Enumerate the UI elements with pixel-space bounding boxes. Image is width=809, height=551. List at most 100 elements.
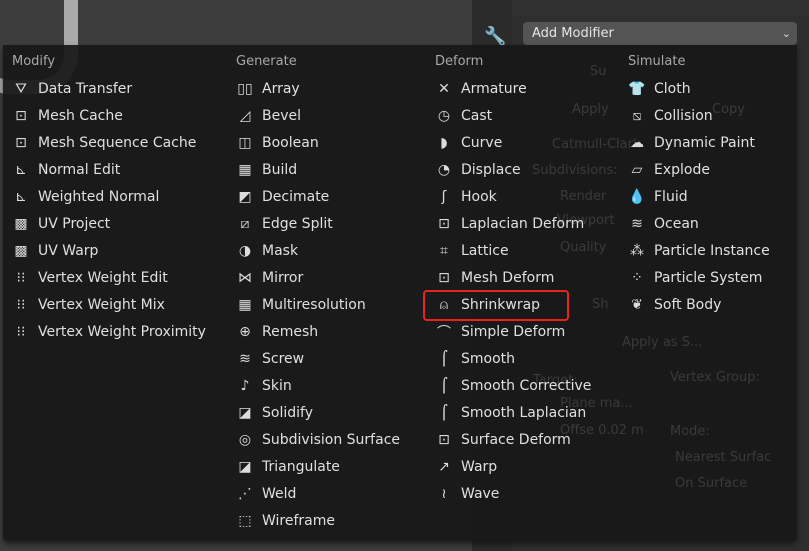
menu-item-displace[interactable]: ◔ Displace (434, 159, 521, 181)
menu-item-smooth[interactable]: ⌠ Smooth (434, 348, 515, 370)
hook-icon: ʃ (441, 189, 447, 205)
menu-item-label: Build (262, 162, 298, 178)
menu-item-subdivision-surface[interactable]: ◎ Subdivision Surface (235, 429, 400, 451)
menu-item-label: Cloth (654, 81, 691, 97)
menu-item-label: Wireframe (262, 513, 336, 529)
menu-item-label: Curve (461, 135, 503, 151)
menu-item-uv-warp[interactable]: ▩ UV Warp (11, 240, 98, 262)
menu-item-data-transfer[interactable]: ⛛ Data Transfer (11, 78, 132, 100)
menu-item-mesh-deform[interactable]: ⊡ Mesh Deform (434, 267, 554, 289)
menu-item-build[interactable]: ▦ Build (235, 159, 297, 181)
menu-item-mesh-sequence-cache[interactable]: ⊡ Mesh Sequence Cache (11, 132, 196, 154)
menu-item-ocean[interactable]: ≋ Ocean (627, 213, 699, 235)
add-modifier-menu: Su Apply Copy Catmull-Clark Subdivisions: Ren… (3, 45, 797, 541)
menu-item-vertex-weight-mix[interactable]: ⁝⁝ Vertex Weight Mix (11, 294, 165, 316)
collision-icon: ⧅ (632, 108, 642, 124)
background-panel-text: Quality (560, 240, 607, 255)
menu-item-label: Wave (461, 486, 500, 502)
menu-item-weighted-normal[interactable]: ⊾ Weighted Normal (11, 186, 159, 208)
menu-item-label: UV Project (38, 216, 111, 232)
uv-warp-icon: ▩ (14, 243, 28, 259)
menu-item-simple-deform[interactable]: ⌒ Simple Deform (434, 321, 565, 343)
menu-item-triangulate[interactable]: ◪ Triangulate (235, 456, 340, 478)
menu-item-label: Mask (262, 243, 299, 259)
multiresolution-icon: ▦ (238, 297, 252, 313)
menu-item-bevel[interactable]: ◿ Bevel (235, 105, 301, 127)
menu-item-explode[interactable]: ▱ Explode (627, 159, 710, 181)
menu-item-vertex-weight-proximity[interactable]: ⁝⁝ Vertex Weight Proximity (11, 321, 206, 343)
menu-item-label: Dynamic Paint (654, 135, 755, 151)
menu-item-vertex-weight-edit[interactable]: ⁝⁝ Vertex Weight Edit (11, 267, 168, 289)
menu-item-decimate[interactable]: ◩ Decimate (235, 186, 329, 208)
menu-item-uv-project[interactable]: ▩ UV Project (11, 213, 110, 235)
menu-item-label: Vertex Weight Edit (38, 270, 168, 286)
menu-item-label: Collision (654, 108, 713, 124)
menu-item-label: Data Transfer (38, 81, 133, 97)
background-panel-text: Offse 0.02 m (560, 423, 644, 438)
menu-item-array[interactable]: ▯▯ Array (235, 78, 299, 100)
menu-item-label: Particle System (654, 270, 763, 286)
menu-item-fluid[interactable]: 💧 Fluid (627, 186, 688, 208)
wrench-icon[interactable]: 🔧 (484, 26, 506, 47)
smooth-corrective-icon: ⌠ (440, 378, 448, 394)
menu-item-weld[interactable]: ⋰ Weld (235, 483, 296, 505)
menu-item-mesh-cache[interactable]: ⊡ Mesh Cache (11, 105, 123, 127)
menu-item-label: Smooth (461, 351, 516, 367)
add-modifier-dropdown[interactable]: Add Modifier ⌄ (523, 22, 797, 45)
menu-item-particle-system[interactable]: ⁘ Particle System (627, 267, 762, 289)
menu-item-armature[interactable]: ✕ Armature (434, 78, 527, 100)
menu-item-surface-deform[interactable]: ⊡ Surface Deform (434, 429, 571, 451)
menu-item-edge-split[interactable]: ⧄ Edge Split (235, 213, 333, 235)
menu-item-smooth-corrective[interactable]: ⌠ Smooth Corrective (434, 375, 591, 397)
vertex-weight-icon: ⁝⁝ (16, 270, 26, 286)
menu-item-screw[interactable]: ≋ Screw (235, 348, 304, 370)
menu-item-label: Fluid (654, 189, 688, 205)
menu-item-lattice[interactable]: ⌗ Lattice (434, 240, 509, 262)
menu-item-soft-body[interactable]: ❦ Soft Body (627, 294, 721, 316)
menu-item-wave[interactable]: ≀ Wave (434, 483, 499, 505)
menu-item-collision[interactable]: ⧅ Collision (627, 105, 713, 127)
menu-item-label: UV Warp (38, 243, 99, 259)
menu-item-normal-edit[interactable]: ⊾ Normal Edit (11, 159, 120, 181)
background-panel-text: Su (590, 64, 607, 79)
menu-item-remesh[interactable]: ⊕ Remesh (235, 321, 318, 343)
smooth-laplacian-icon: ⌠ (440, 405, 448, 421)
menu-item-label: Simple Deform (461, 324, 566, 340)
background-panel-text: On Surface (675, 476, 748, 491)
menu-item-multiresolution[interactable]: ▦ Multiresolution (235, 294, 365, 316)
menu-item-solidify[interactable]: ◪ Solidify (235, 402, 313, 424)
menu-item-label: Triangulate (262, 459, 340, 475)
menu-item-label: Solidify (262, 405, 313, 421)
menu-item-dynamic-paint[interactable]: ☁ Dynamic Paint (627, 132, 755, 154)
menu-item-boolean[interactable]: ◫ Boolean (235, 132, 318, 154)
cast-icon: ◷ (437, 108, 451, 124)
menu-item-skin[interactable]: ♪ Skin (235, 375, 292, 397)
menu-item-label: Displace (461, 162, 521, 178)
menu-item-particle-instance[interactable]: ⁂ Particle Instance (627, 240, 770, 262)
menu-item-cloth[interactable]: 👕 Cloth (627, 78, 691, 100)
menu-item-label: Screw (262, 351, 305, 367)
menu-item-label: Mesh Sequence Cache (38, 135, 197, 151)
menu-item-label: Soft Body (654, 297, 722, 313)
vertex-weight-icon: ⁝⁝ (16, 297, 26, 313)
menu-item-laplacian-deform[interactable]: ⊡ Laplacian Deform (434, 213, 584, 235)
mesh-deform-icon: ⊡ (438, 270, 450, 286)
background-panel-text: Apply as S... (622, 335, 703, 350)
particle-system-icon: ⁘ (631, 270, 643, 286)
menu-item-smooth-laplacian[interactable]: ⌠ Smooth Laplacian (434, 402, 586, 424)
menu-item-warp[interactable]: ↗ Warp (434, 456, 497, 478)
triangulate-icon: ◪ (238, 459, 252, 475)
menu-item-mirror[interactable]: ⋈ Mirror (235, 267, 303, 289)
background-panel-text: Copy (712, 102, 745, 117)
column-header-deform: Deform (435, 54, 484, 69)
menu-item-label: Remesh (262, 324, 319, 340)
menu-item-label: Subdivision Surface (262, 432, 401, 448)
menu-item-hook[interactable]: ʃ Hook (434, 186, 497, 208)
menu-item-label: Normal Edit (38, 162, 121, 178)
menu-item-curve[interactable]: ◗ Curve (434, 132, 502, 154)
menu-item-mask[interactable]: ◑ Mask (235, 240, 298, 262)
menu-item-wireframe[interactable]: ⬚ Wireframe (235, 510, 335, 532)
menu-item-cast[interactable]: ◷ Cast (434, 105, 492, 127)
data-transfer-icon: ⛛ (15, 81, 27, 97)
lattice-icon: ⌗ (440, 243, 448, 259)
